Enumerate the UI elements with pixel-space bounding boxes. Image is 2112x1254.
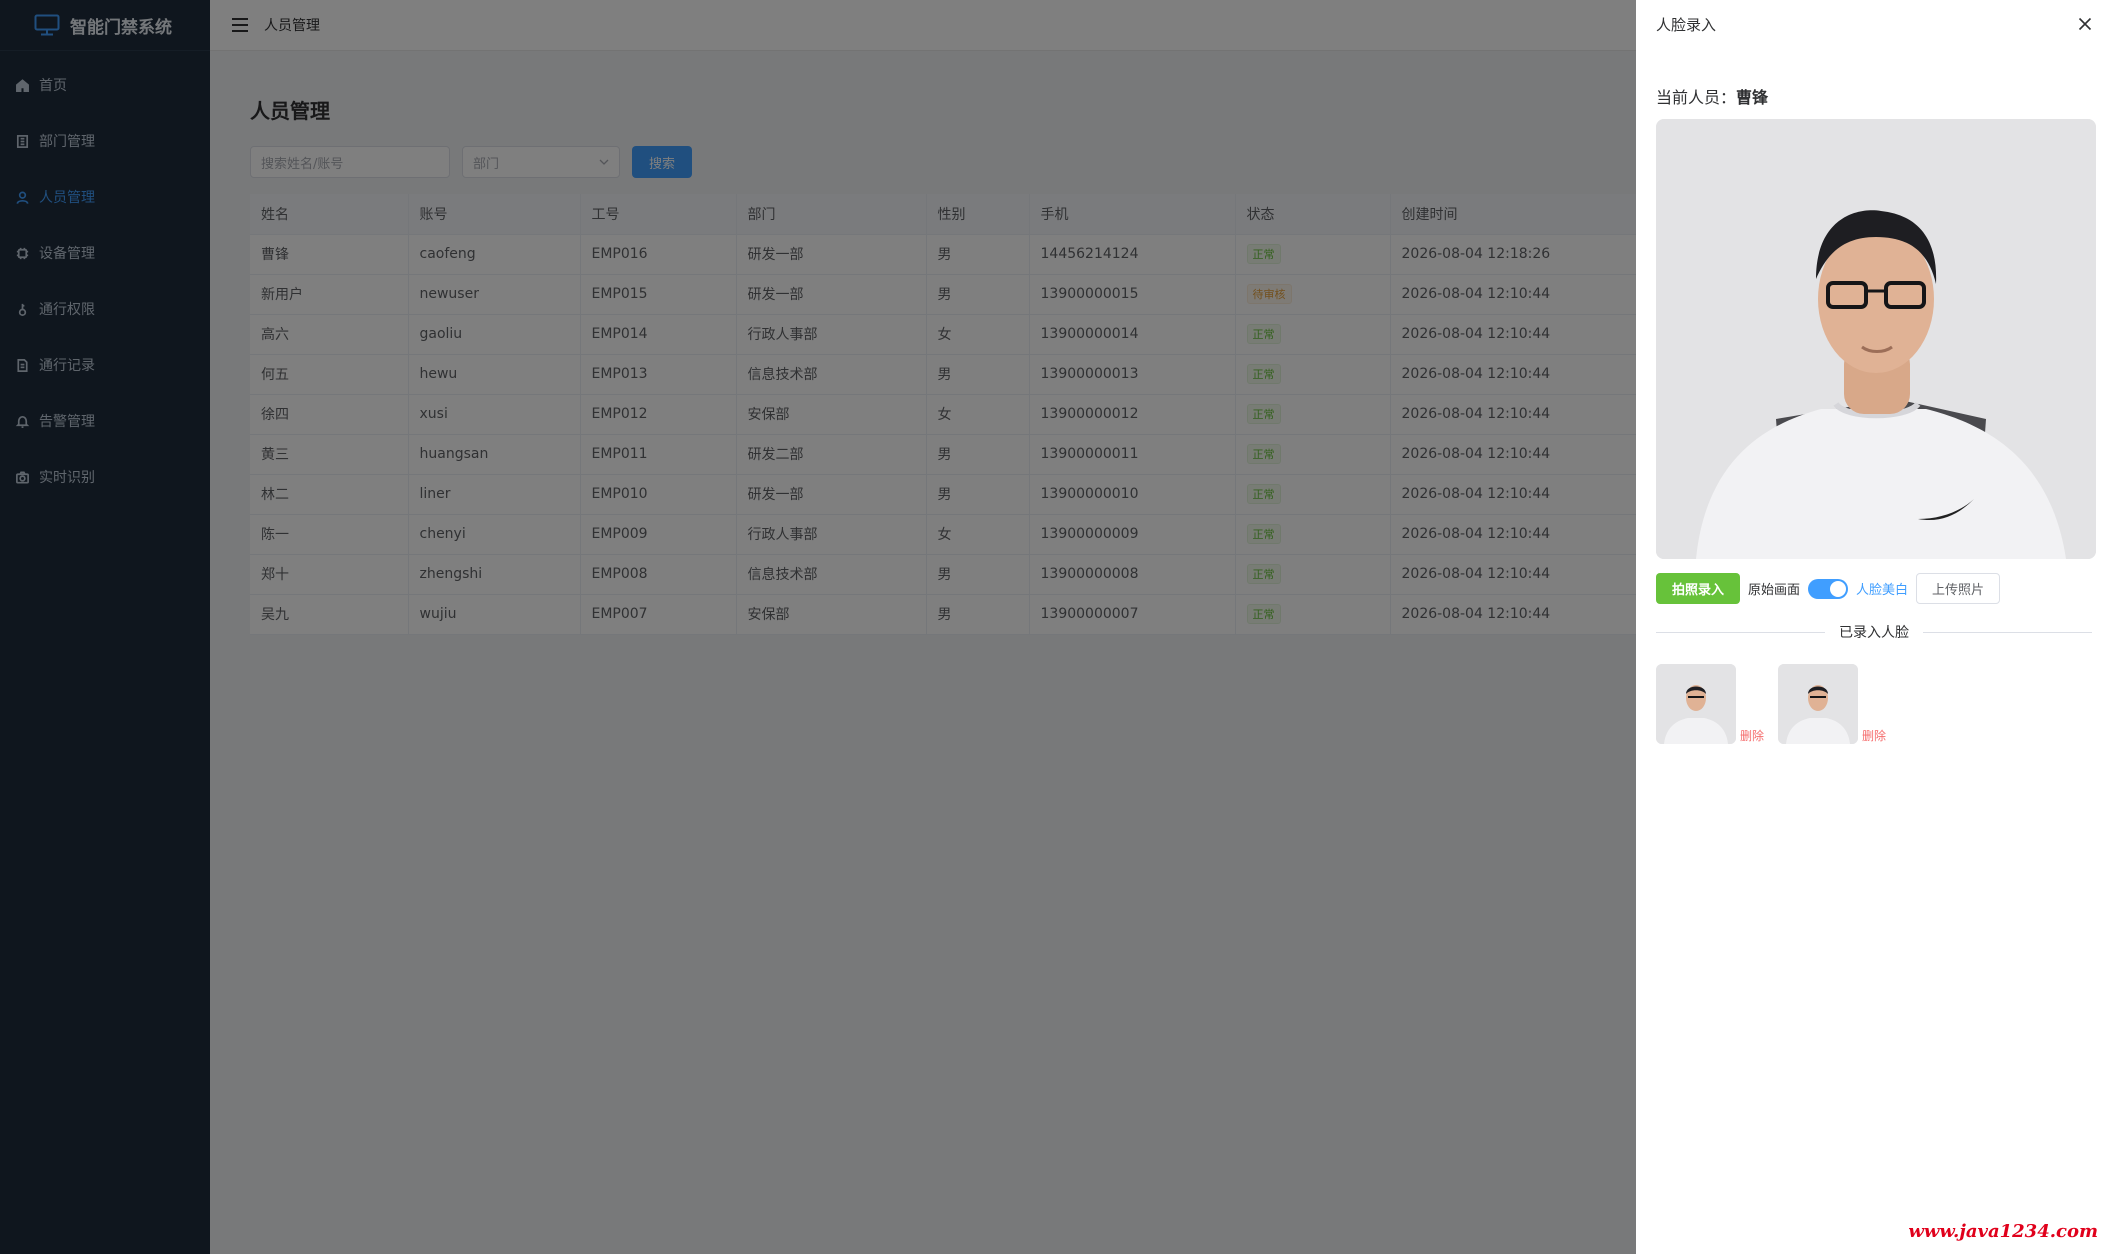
enrolled-faces-title: 已录入人脸	[1839, 625, 1909, 641]
face-thumbnail[interactable]	[1778, 664, 1859, 744]
switch-off-label: 原始画面	[1748, 583, 1801, 598]
enrolled-face-item: 删除	[1778, 664, 1886, 744]
face-enroll-drawer: 人脸录入 当前人员：曹锋 拍照录入 原始画面 人脸美白 上传照片 已录入人脸 删…	[1636, 0, 2112, 1254]
beauty-switch-group: 原始画面 人脸美白	[1748, 578, 1909, 599]
capture-button[interactable]: 拍照录入	[1656, 573, 1741, 604]
face-thumbnail[interactable]	[1656, 664, 1736, 744]
current-person-label: 当前人员：	[1656, 88, 1737, 107]
upload-photo-button[interactable]: 上传照片	[1916, 573, 2001, 604]
enrolled-face-item: 删除	[1656, 664, 1764, 744]
current-person: 当前人员：曹锋	[1656, 84, 2092, 108]
switch-on-label: 人脸美白	[1856, 583, 1909, 598]
enrolled-faces-list: 删除 删除	[1656, 664, 2092, 744]
delete-face-button[interactable]: 删除	[1862, 727, 1886, 744]
enrolled-faces-divider: 已录入人脸	[1656, 622, 2092, 642]
drawer-header: 人脸录入	[1636, 0, 2112, 48]
beauty-toggle[interactable]	[1808, 578, 1849, 599]
person-photo	[1656, 119, 2096, 559]
close-icon[interactable]	[2078, 17, 2092, 31]
camera-preview	[1656, 119, 2096, 559]
current-person-name: 曹锋	[1736, 88, 1769, 107]
capture-actions: 拍照录入 原始画面 人脸美白 上传照片	[1656, 573, 2092, 604]
drawer-title: 人脸录入	[1656, 15, 1717, 34]
watermark: www.java1234.com	[1908, 1221, 2098, 1242]
delete-face-button[interactable]: 删除	[1740, 727, 1764, 744]
drawer-body: 当前人员：曹锋 拍照录入 原始画面 人脸美白 上传照片 已录入人脸 删除 删除	[1636, 84, 2112, 744]
